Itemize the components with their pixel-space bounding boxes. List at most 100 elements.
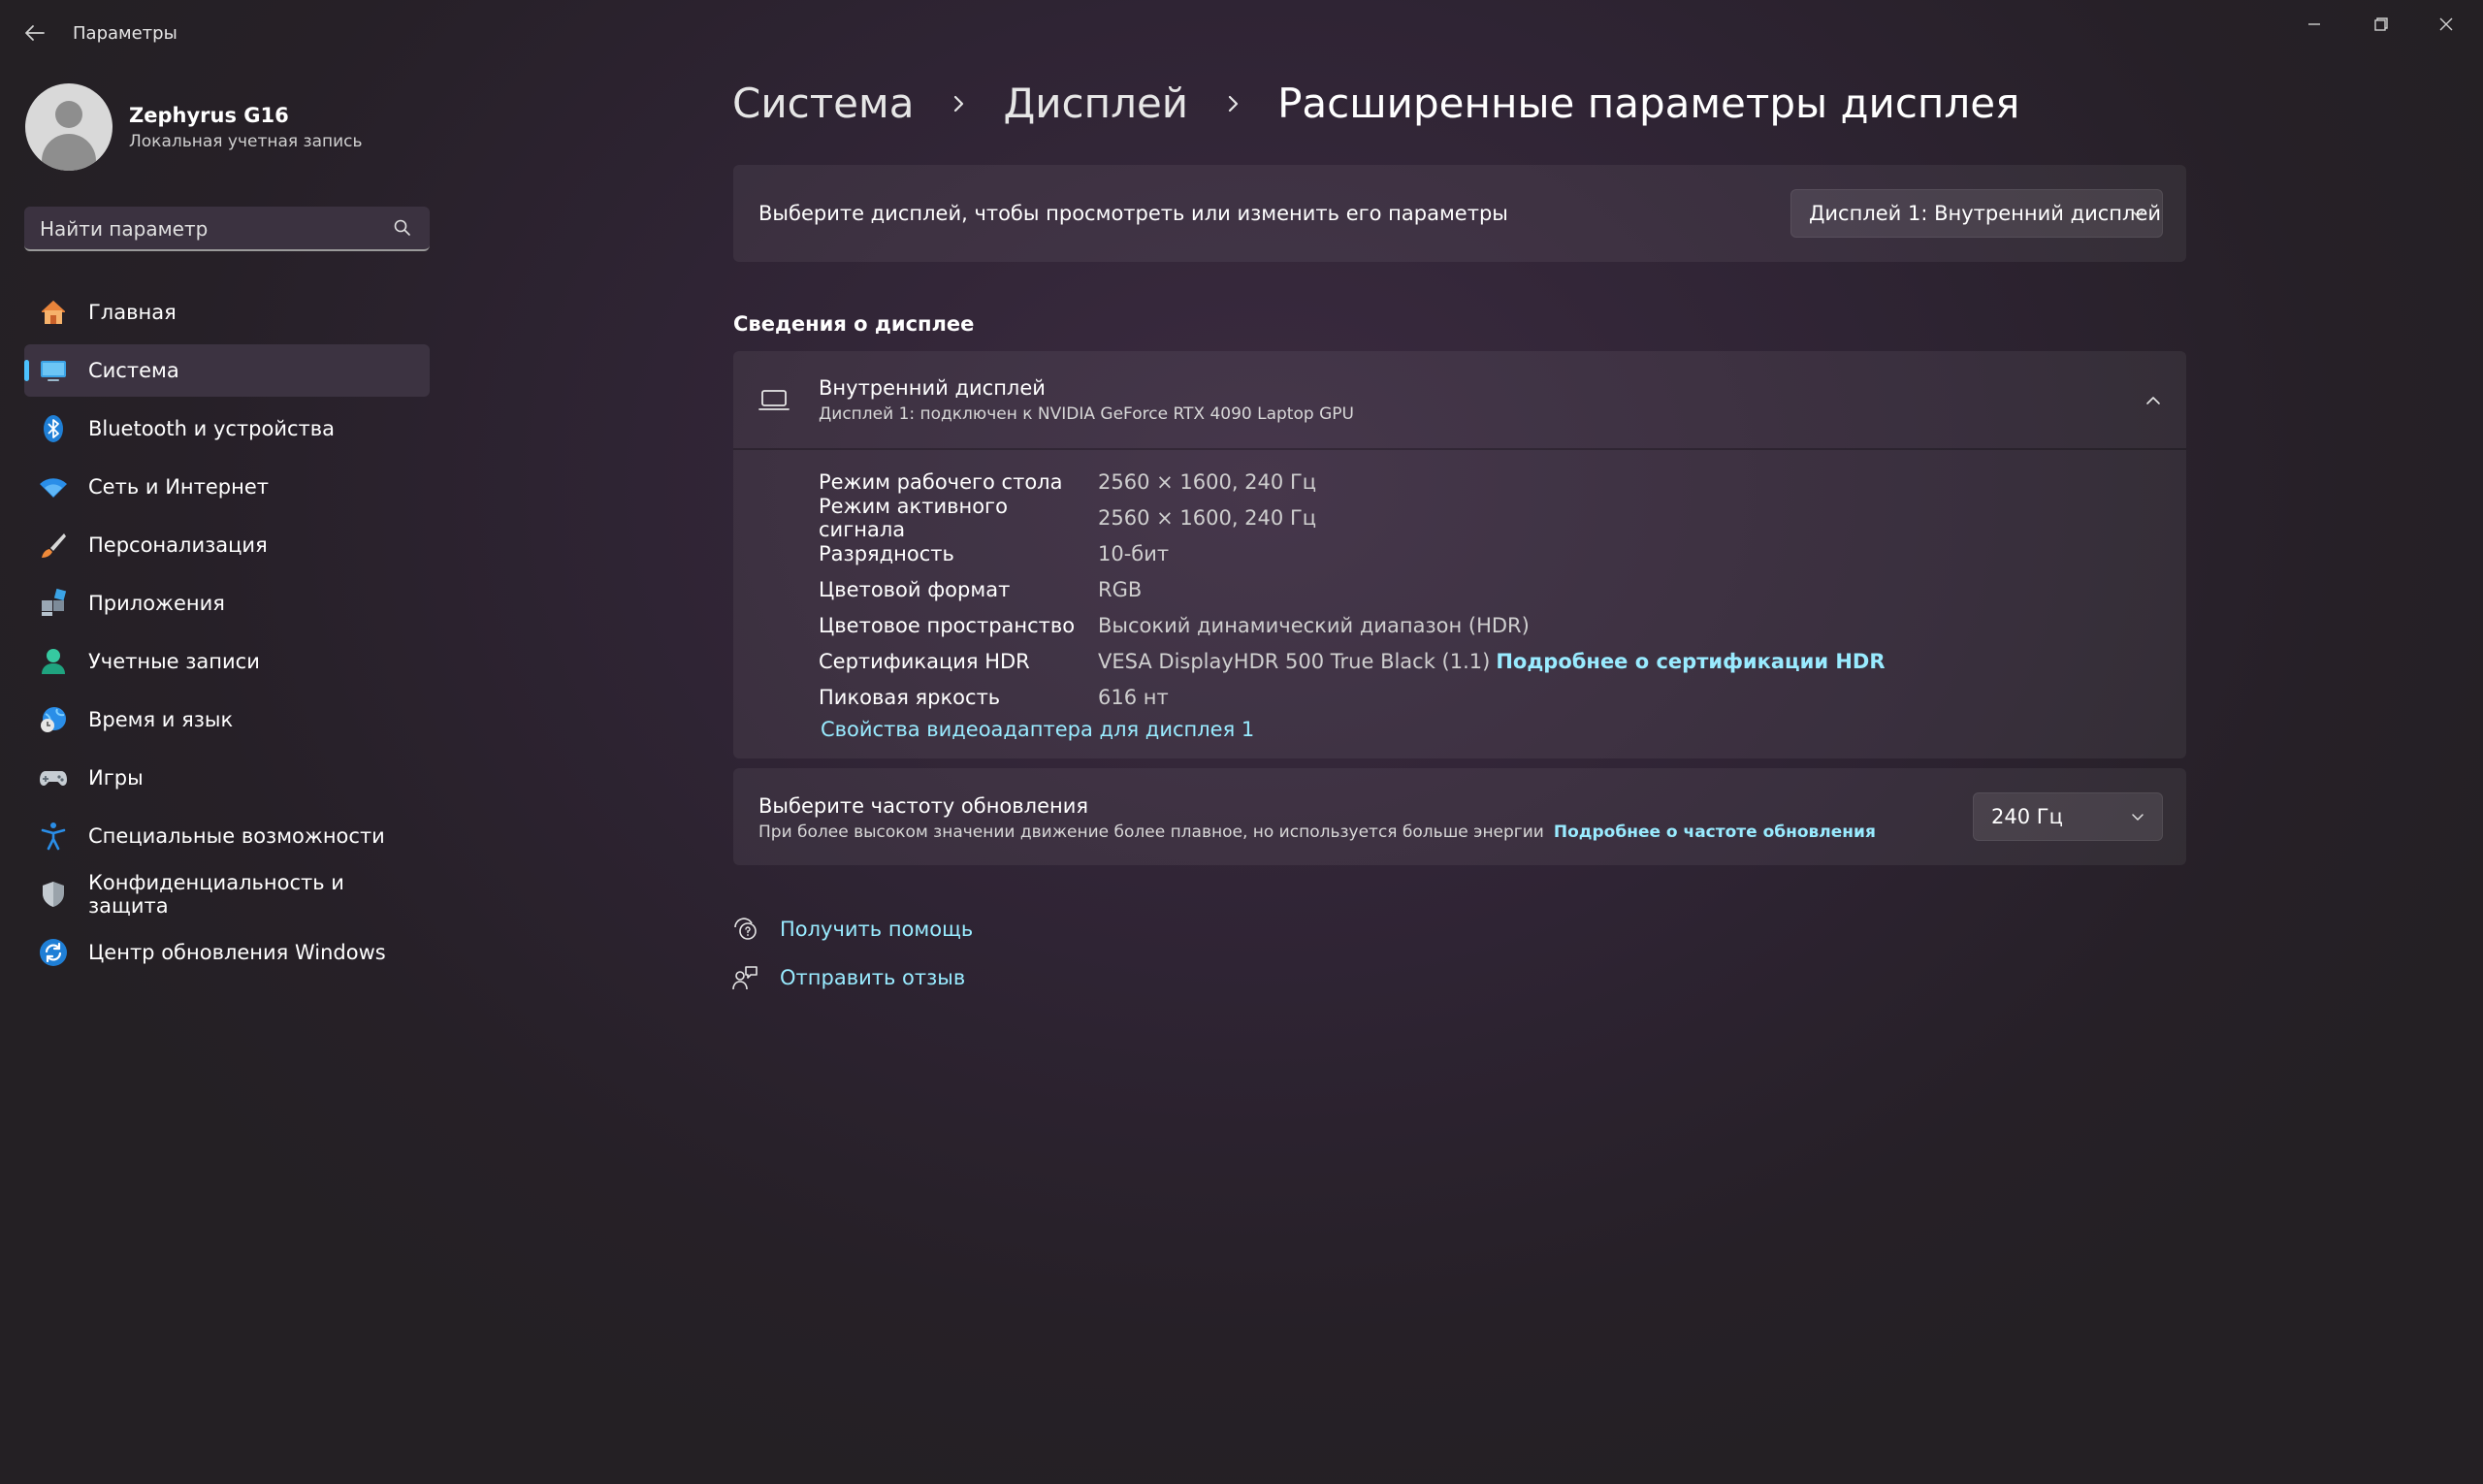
- bluetooth-icon: [38, 413, 69, 444]
- breadcrumb-system[interactable]: Система: [732, 80, 914, 127]
- info-value: 2560 × 1600, 240 Гц: [1098, 505, 1317, 530]
- sidebar-item-label: Специальные возможности: [88, 824, 385, 848]
- info-value: Высокий динамический диапазон (HDR): [1098, 613, 1530, 637]
- sidebar-item-label: Персонализация: [88, 533, 268, 557]
- info-row-color-space: Цветовое пространство Высокий динамическ…: [819, 607, 1886, 643]
- sidebar-item-label: Главная: [88, 301, 177, 324]
- search-icon[interactable]: [393, 218, 412, 238]
- shield-icon: [38, 879, 69, 910]
- display-info-subtitle: Дисплей 1: подключен к NVIDIA GeForce RT…: [819, 404, 1354, 424]
- page-title: Расширенные параметры дисплея: [1277, 80, 2020, 127]
- refresh-rate-card: Выберите частоту обновления При более вы…: [733, 768, 2186, 865]
- sidebar-item-gaming[interactable]: Игры: [24, 752, 430, 804]
- sidebar-item-label: Система: [88, 359, 179, 382]
- get-help-link[interactable]: Получить помощь: [731, 916, 973, 943]
- display-dropdown-value: Дисплей 1: Внутренний дисплей: [1809, 202, 2162, 225]
- sidebar-item-label: Учетные записи: [88, 650, 260, 673]
- breadcrumb: Система Дисплей Расширенные параметры ди…: [732, 80, 2019, 127]
- info-label: Режим активного сигнала: [819, 494, 1008, 541]
- profile-account-type: Локальная учетная запись: [129, 132, 363, 151]
- send-feedback-label: Отправить отзыв: [780, 966, 966, 989]
- avatar[interactable]: [25, 83, 113, 171]
- minimize-button[interactable]: [2291, 10, 2338, 39]
- gamepad-icon: [38, 762, 69, 793]
- info-label: Сертификация HDR: [819, 649, 1030, 673]
- info-row-active-signal: Режим активного сигнала 2560 × 1600, 240…: [819, 495, 1886, 541]
- sidebar-item-personalization[interactable]: Персонализация: [24, 519, 430, 571]
- info-label: Разрядность: [819, 541, 954, 565]
- accessibility-icon: [38, 821, 69, 852]
- sidebar-item-label: Игры: [88, 766, 144, 790]
- close-icon: [2439, 17, 2453, 31]
- display-info-header[interactable]: Внутренний дисплей Дисплей 1: подключен …: [733, 351, 2186, 450]
- sidebar-item-bluetooth[interactable]: Bluetooth и устройства: [24, 403, 430, 455]
- refresh-rate-description: При более высоком значении движение боле…: [758, 823, 1544, 842]
- sidebar-item-privacy[interactable]: Конфиденциальность и защита: [24, 868, 430, 920]
- search-box[interactable]: [24, 207, 430, 251]
- chevron-right-icon: [1228, 95, 1239, 112]
- refresh-rate-dropdown[interactable]: 240 Гц: [1973, 792, 2163, 841]
- profile-name: Zephyrus G16: [129, 104, 289, 127]
- sidebar-item-label: Конфиденциальность и защита: [88, 871, 344, 918]
- back-button[interactable]: [23, 21, 47, 45]
- breadcrumb-display[interactable]: Дисплей: [1003, 80, 1188, 127]
- chevron-down-icon: [2132, 814, 2144, 821]
- apps-icon: [38, 588, 69, 619]
- get-help-label: Получить помощь: [780, 918, 974, 941]
- display-select-card: Выберите дисплей, чтобы просмотреть или …: [733, 165, 2186, 262]
- refresh-rate-value: 240 Гц: [1991, 805, 2063, 828]
- app-title: Параметры: [73, 23, 177, 44]
- info-value: VESA DisplayHDR 500 True Black (1.1): [1098, 649, 1491, 673]
- sidebar-item-windows-update[interactable]: Центр обновления Windows: [24, 926, 430, 979]
- sidebar-item-accounts[interactable]: Учетные записи: [24, 635, 430, 688]
- sidebar-item-label: Центр обновления Windows: [88, 941, 386, 964]
- sidebar-nav: Главная Система Bluetooth и устройства С…: [24, 286, 430, 984]
- info-row-bit-depth: Разрядность 10-бит: [819, 535, 1886, 571]
- send-feedback-link[interactable]: Отправить отзыв: [731, 964, 965, 991]
- display-select-label: Выберите дисплей, чтобы просмотреть или …: [758, 202, 1508, 225]
- chevron-down-icon: [2132, 210, 2144, 217]
- chevron-up-icon[interactable]: [2145, 393, 2161, 408]
- minimize-icon: [2308, 23, 2320, 25]
- chevron-right-icon: [954, 95, 964, 112]
- sidebar-item-label: Время и язык: [88, 708, 234, 731]
- refresh-rate-link[interactable]: Подробнее о частоте обновления: [1554, 823, 1876, 842]
- laptop-icon: [758, 390, 790, 410]
- info-label: Цветовой формат: [819, 577, 1011, 601]
- sidebar-item-apps[interactable]: Приложения: [24, 577, 430, 629]
- sidebar-item-home[interactable]: Главная: [24, 286, 430, 339]
- sidebar-item-accessibility[interactable]: Специальные возможности: [24, 810, 430, 862]
- hdr-certification-link[interactable]: Подробнее о сертификации HDR: [1496, 650, 1885, 673]
- info-value: 616 нт: [1098, 685, 1169, 709]
- adapter-properties-link[interactable]: Свойства видеоадаптера для дисплея 1: [821, 718, 1254, 741]
- brush-icon: [38, 530, 69, 561]
- info-value: 10-бит: [1098, 541, 1170, 565]
- info-label: Режим рабочего стола: [819, 469, 1063, 494]
- sidebar-item-system[interactable]: Система: [24, 344, 430, 397]
- search-input[interactable]: [24, 207, 391, 251]
- display-info-rows: Режим рабочего стола 2560 × 1600, 240 Гц…: [819, 464, 1886, 715]
- sidebar-item-network[interactable]: Сеть и Интернет: [24, 461, 430, 513]
- refresh-rate-title: Выберите частоту обновления: [758, 794, 1089, 818]
- info-label: Пиковая яркость: [819, 685, 1001, 709]
- restore-button[interactable]: [2357, 10, 2403, 39]
- section-title: Сведения о дисплее: [733, 312, 975, 336]
- info-row-color-format: Цветовой формат RGB: [819, 571, 1886, 607]
- display-info-card: Внутренний дисплей Дисплей 1: подключен …: [733, 351, 2186, 758]
- back-arrow-icon: [25, 25, 45, 41]
- display-dropdown[interactable]: Дисплей 1: Внутренний дисплей: [1790, 189, 2163, 238]
- sidebar-item-label: Приложения: [88, 592, 225, 615]
- restore-icon: [2374, 17, 2388, 31]
- time-language-icon: [38, 704, 69, 735]
- info-row-hdr-certification: Сертификация HDR VESA DisplayHDR 500 Tru…: [819, 643, 1886, 679]
- update-icon: [38, 937, 69, 968]
- sidebar-item-time-language[interactable]: Время и язык: [24, 694, 430, 746]
- sidebar-item-label: Bluetooth и устройства: [88, 417, 335, 440]
- info-value: 2560 × 1600, 240 Гц: [1098, 469, 1317, 494]
- feedback-icon: [732, 966, 758, 990]
- refresh-rate-description-line: При более высоком значении движение боле…: [758, 823, 1876, 842]
- close-button[interactable]: [2423, 10, 2469, 39]
- help-icon: [734, 918, 757, 940]
- system-display-icon: [38, 355, 69, 386]
- info-label: Цветовое пространство: [819, 613, 1076, 637]
